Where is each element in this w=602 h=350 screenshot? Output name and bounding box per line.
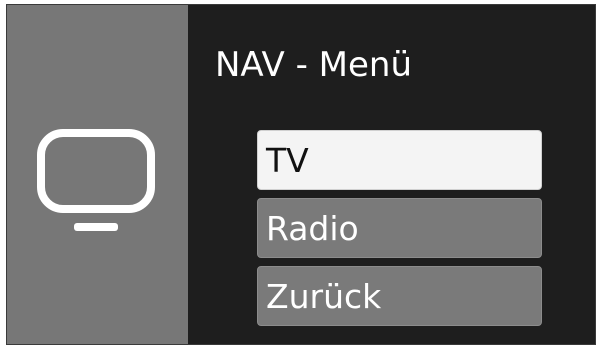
menu-title: NAV - Menü [215,45,413,85]
menu-item-back[interactable]: Zurück [257,266,542,326]
side-panel [7,5,188,344]
menu-item-tv[interactable]: TV [257,130,542,190]
nav-menu-screen: NAV - Menü TV Radio Zurück [6,4,596,345]
menu-item-radio[interactable]: Radio [257,198,542,258]
menu-list: TV Radio Zurück [257,130,542,334]
tv-icon [37,129,155,231]
